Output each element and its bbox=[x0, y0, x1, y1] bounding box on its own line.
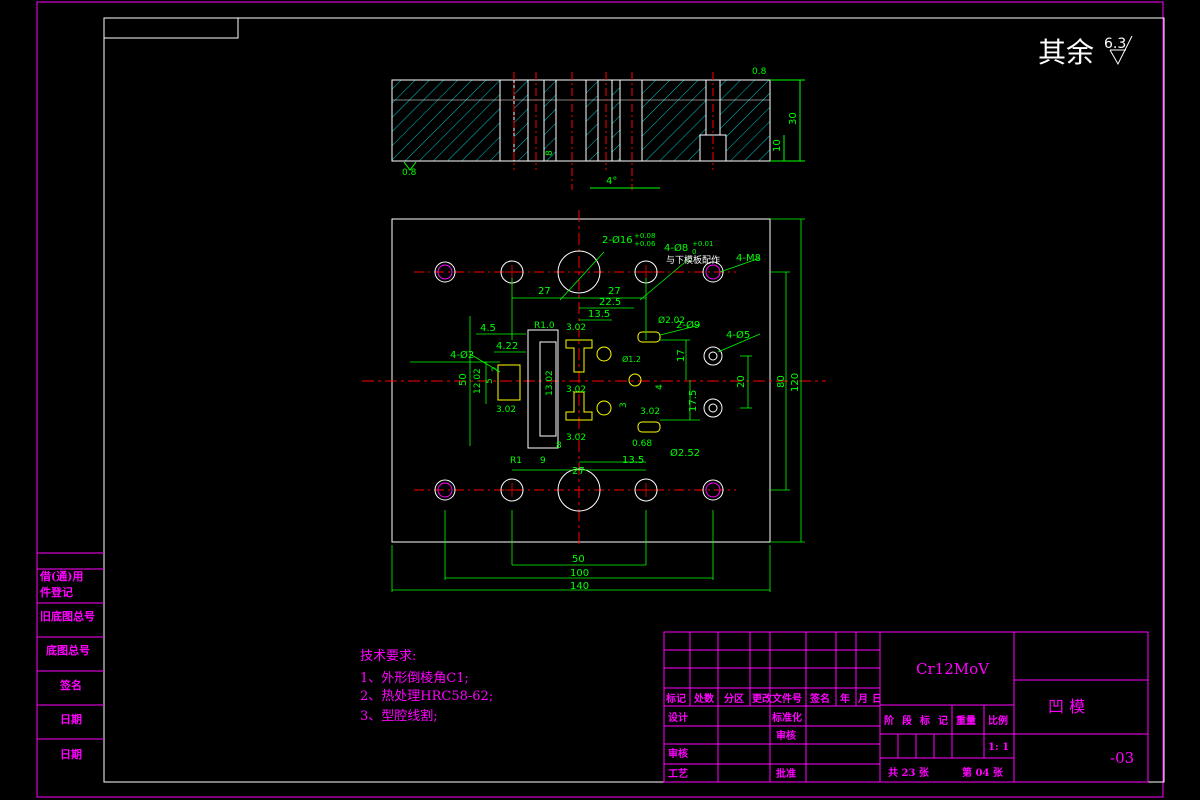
tb-header-2: 分区 bbox=[724, 692, 744, 705]
cad-drawing: 其余 6.3 30 10 8 0.8 0.8 4° 2-Ø16 +0.08 +0… bbox=[36, 1, 1165, 798]
dim-r10: R1.0 bbox=[534, 321, 555, 331]
dim-h27a: 27 bbox=[538, 286, 551, 297]
tb-header-6: 月 bbox=[857, 693, 868, 705]
tb-stage-2: 标 bbox=[919, 714, 930, 727]
tb-stage-0: 阶 bbox=[884, 714, 895, 727]
roughness-top: 0.8 bbox=[752, 67, 767, 77]
dim-b100: 100 bbox=[570, 568, 589, 579]
tb-standardize: 标准化 bbox=[771, 711, 802, 724]
tb-scale: 1: 1 bbox=[988, 742, 1009, 753]
dim-h135b: 13.5 bbox=[622, 455, 644, 466]
tb-weight: 重量 bbox=[956, 714, 976, 727]
strip-label-6: 日期 bbox=[60, 747, 82, 761]
tech-item-3: 3、型腔线割; bbox=[360, 708, 438, 724]
callout-pin-tol-lower: 0 bbox=[692, 248, 696, 256]
tech-item-1: 1、外形倒棱角C1; bbox=[360, 670, 469, 686]
dim-h302a: 3.02 bbox=[566, 323, 586, 333]
dim-left: 8 bbox=[545, 150, 555, 156]
callout-screw: 4-M8 bbox=[736, 253, 761, 264]
strip-label-0: 借(通)用 bbox=[39, 569, 83, 583]
tb-header-4: 签名 bbox=[809, 692, 830, 705]
strip-label-4: 签名 bbox=[59, 678, 82, 692]
tb-approve: 批准 bbox=[776, 767, 796, 780]
dim-h302e: 3.02 bbox=[640, 407, 660, 417]
tb-design: 设计 bbox=[668, 711, 688, 724]
dim-h422: 4.22 bbox=[496, 341, 518, 352]
tb-stage-1: 段 bbox=[902, 714, 912, 727]
dim-v4: 4 bbox=[655, 384, 665, 390]
callout-hole2: 4-Ø2 bbox=[450, 349, 474, 361]
strip-label-5: 日期 bbox=[60, 712, 82, 726]
callout-pin-note: 与下模板配作 bbox=[666, 254, 720, 266]
tb-check: 审核 bbox=[668, 747, 688, 760]
tb-process: 工艺 bbox=[668, 767, 688, 780]
dim-step: 10 bbox=[772, 139, 783, 152]
dim-v50: 50 bbox=[458, 373, 469, 386]
dim-h27b: 27 bbox=[608, 286, 621, 297]
tb-scale-label: 比例 bbox=[988, 714, 1008, 727]
tb-header-5: 年 bbox=[840, 692, 850, 705]
dim-r1: R1 bbox=[510, 456, 522, 466]
callout-pin-tol-upper: +0.01 bbox=[692, 240, 713, 248]
dim-v80: 80 bbox=[776, 375, 787, 388]
dim-v1302: 13.02 bbox=[545, 370, 555, 396]
strip-label-2: 旧底图总号 bbox=[40, 609, 95, 623]
dim-thickness: 30 bbox=[788, 112, 799, 125]
tb-header-7: 日 bbox=[872, 693, 882, 705]
tech-title: 技术要求: bbox=[360, 649, 416, 664]
plan-view: 2-Ø16 +0.08 +0.06 4-Ø8 +0.01 0 与下模板配作 4-… bbox=[362, 210, 826, 592]
tb-sheet: 第 04 张 bbox=[962, 766, 1004, 779]
dimension-lines bbox=[391, 218, 805, 592]
dim-h302d: 3.02 bbox=[496, 405, 516, 415]
dim-b140: 140 bbox=[570, 581, 589, 592]
tb-total: 共 23 张 bbox=[888, 766, 930, 779]
roughness-note-text: 其余 bbox=[1038, 36, 1094, 69]
tb-header-0: 标记 bbox=[665, 692, 686, 705]
dim-h135: 13.5 bbox=[588, 309, 610, 320]
dim-v2: 2 bbox=[491, 366, 501, 372]
tech-item-2: 2、热处理HRC58-62; bbox=[360, 689, 493, 704]
dim-v20: 20 bbox=[736, 375, 747, 388]
dim-v3: 3 bbox=[619, 402, 629, 408]
callout-d252: Ø2.52 bbox=[670, 447, 700, 459]
tb-stage-3: 记 bbox=[938, 715, 948, 727]
drawing-number: -03 bbox=[1110, 749, 1134, 767]
dim-h302c: 3.02 bbox=[566, 433, 586, 443]
dim-h27c: 27 bbox=[572, 466, 585, 477]
dim-h9: 9 bbox=[540, 456, 546, 466]
callout-dowel-tol-lower: +0.06 bbox=[634, 240, 656, 248]
callout-dowel: 2-Ø16 bbox=[602, 234, 633, 246]
callout-d12: Ø1.2 bbox=[622, 354, 641, 364]
tb-review: 审核 bbox=[776, 729, 796, 742]
tb-header-1: 处数 bbox=[693, 692, 715, 705]
callout-hole5: 4-Ø5 bbox=[726, 329, 750, 341]
section-view: 30 10 8 0.8 0.8 4° bbox=[391, 67, 805, 190]
tb-header-3: 更改文件号 bbox=[752, 692, 802, 705]
dim-v1202: 12.02 bbox=[473, 368, 483, 394]
dim-h302b: 3.02 bbox=[566, 385, 586, 395]
callout-d202: Ø2.02 bbox=[658, 315, 685, 326]
dim-h068: 0.68 bbox=[632, 439, 652, 449]
dim-b50: 50 bbox=[572, 554, 585, 565]
tech-requirements: 技术要求: 1、外形倒棱角C1; 2、热处理HRC58-62; 3、型腔线割; bbox=[360, 649, 493, 724]
strip-label-3: 底图总号 bbox=[46, 643, 90, 657]
dim-v120: 120 bbox=[790, 373, 801, 392]
callout-pin: 4-Ø8 bbox=[664, 242, 688, 254]
roughness-note: 其余 6.3 bbox=[1038, 35, 1133, 69]
dim-v17: 17 bbox=[676, 349, 687, 362]
dim-h8: 8 bbox=[556, 441, 562, 451]
dim-v5: 5 bbox=[485, 378, 495, 384]
strip-label-1: 件登记 bbox=[40, 585, 73, 599]
part-name: 凹 模 bbox=[1048, 697, 1085, 716]
dim-v175: 17.5 bbox=[688, 390, 699, 412]
material: Cr12MoV bbox=[916, 660, 990, 678]
dim-h225: 22.5 bbox=[599, 297, 621, 308]
callout-dowel-tol-upper: +0.08 bbox=[634, 232, 655, 240]
dim-h45: 4.5 bbox=[480, 323, 496, 334]
dim-angle: 4° bbox=[606, 176, 617, 187]
top-left-box bbox=[103, 17, 239, 39]
